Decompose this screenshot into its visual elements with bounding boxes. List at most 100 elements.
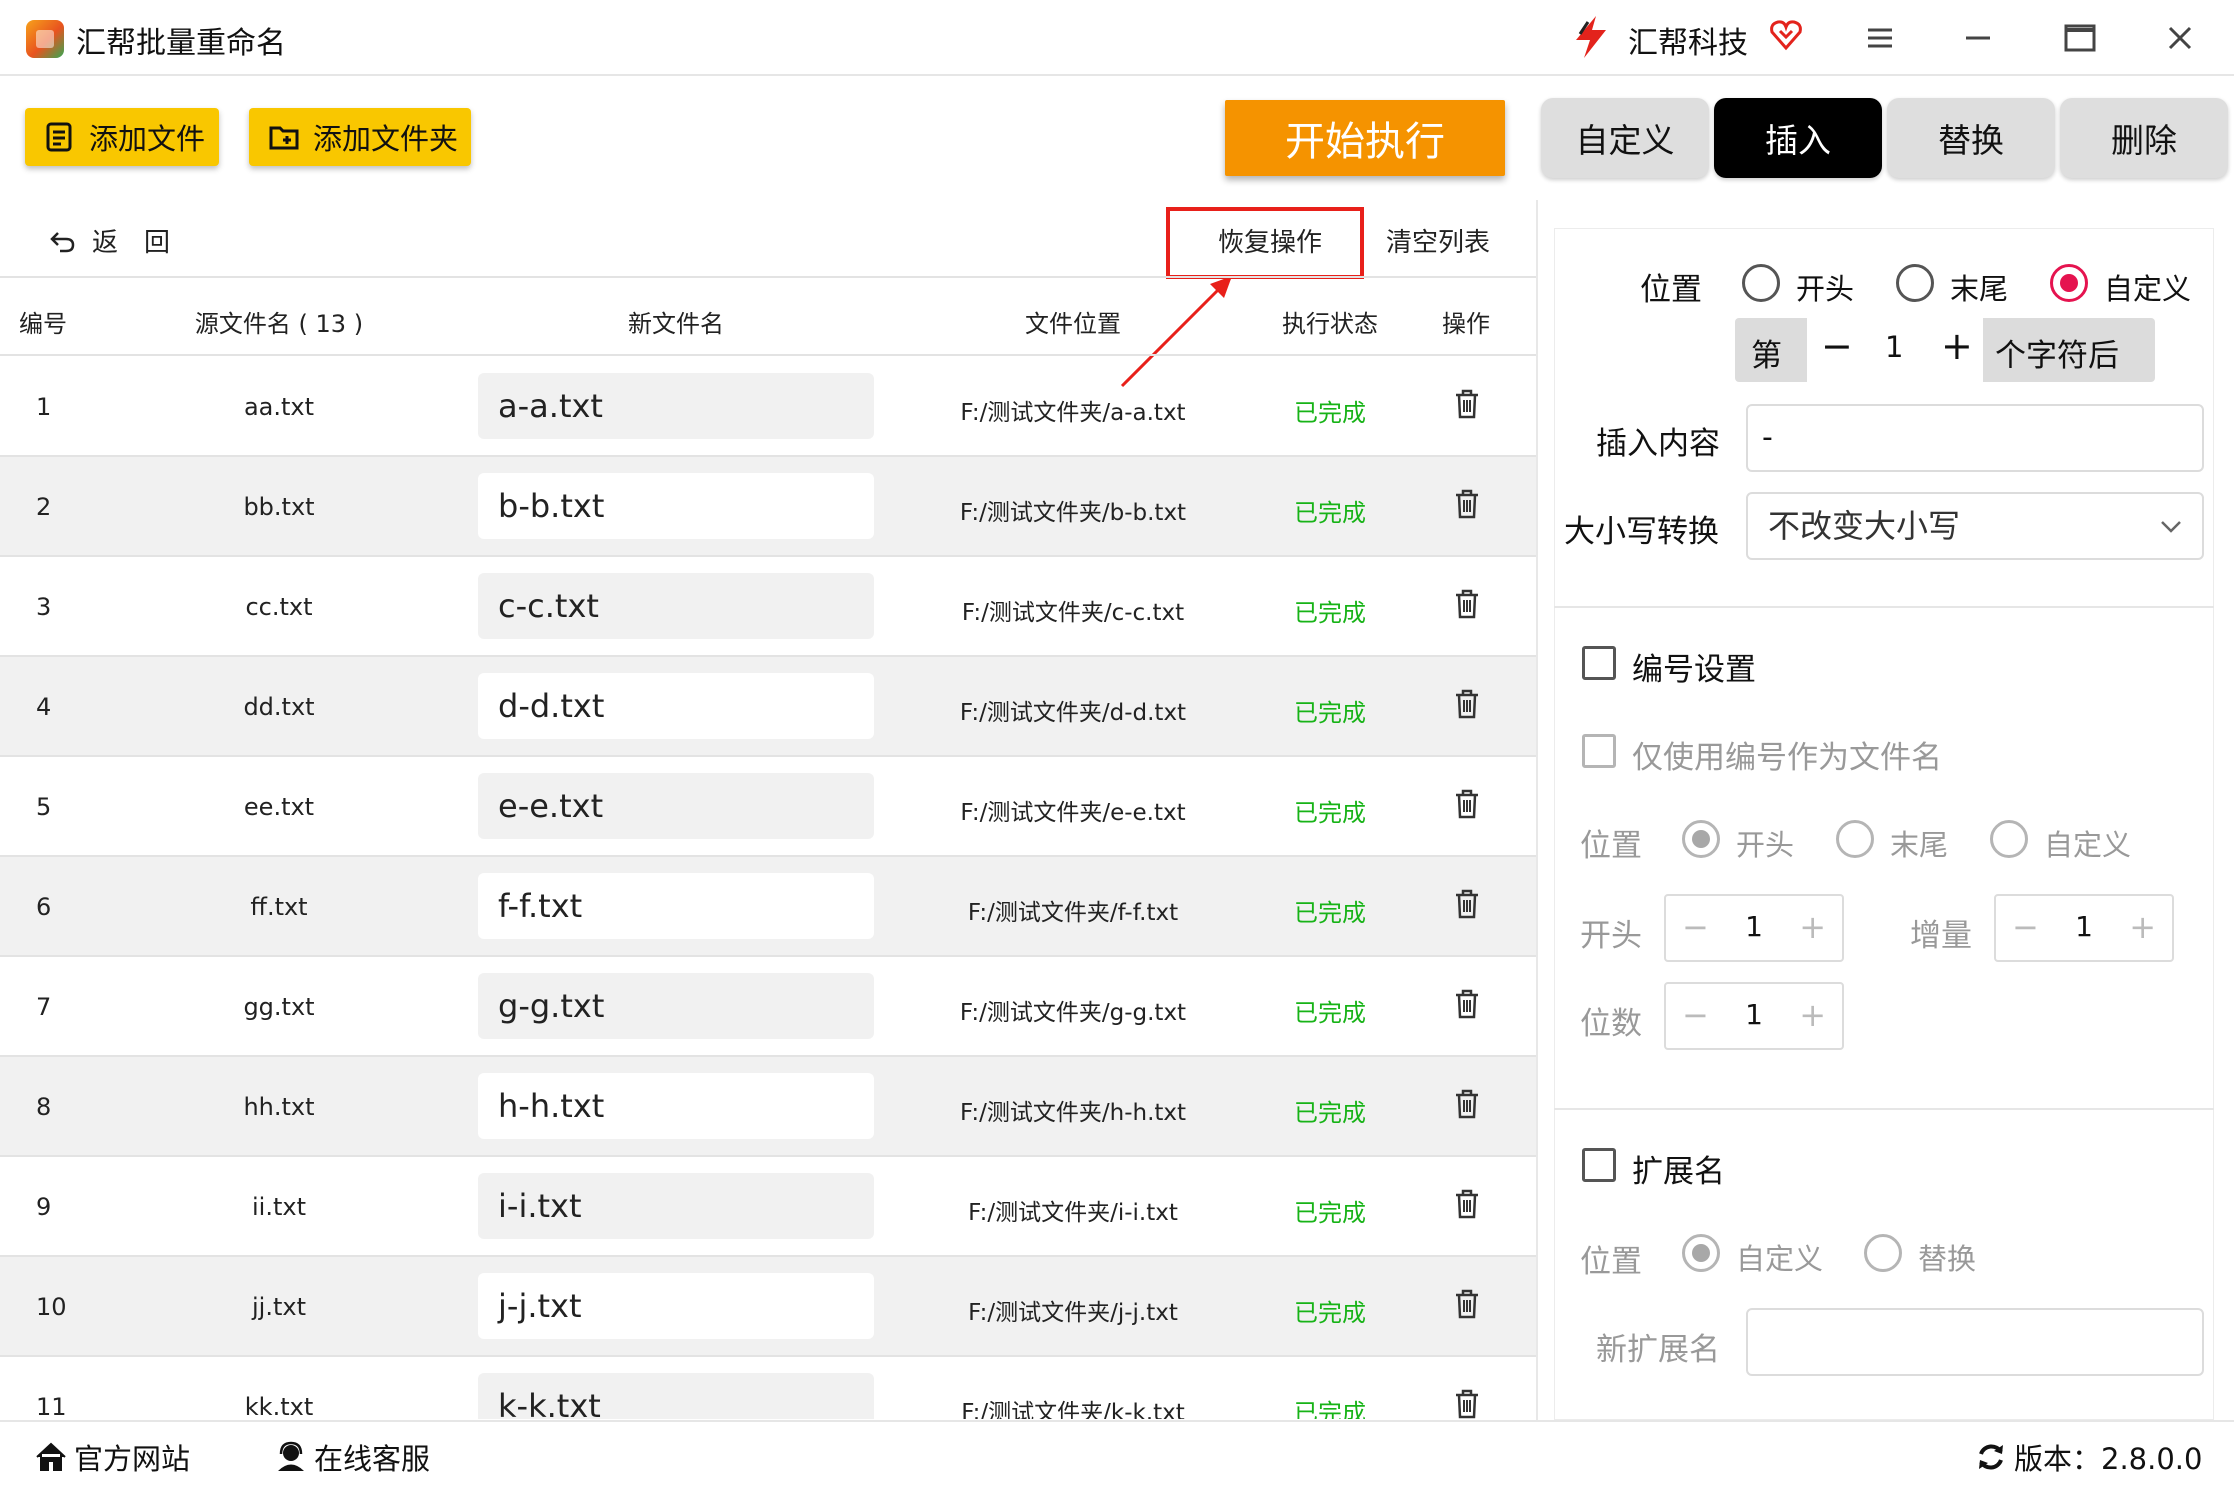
back-label: 返回 <box>92 228 197 258</box>
file-path: F:/测试文件夹/j-j.txt <box>968 1300 1178 1326</box>
add-file-button[interactable]: 添加文件 <box>25 108 219 166</box>
new-filename-field[interactable]: j-j.txt <box>478 1273 874 1339</box>
new-filename-field[interactable]: d-d.txt <box>478 673 874 739</box>
table-row[interactable]: 11 kk.txt k-k.txt F:/测试文件夹/k-k.txt 已完成 <box>0 1357 1536 1419</box>
char-position-stepper: 第 − 1 + 个字符后 <box>1735 318 2155 382</box>
numbering-increment-stepper[interactable]: −1 + <box>1994 894 2174 962</box>
add-folder-label: 添加文件夹 <box>313 122 459 156</box>
tab-insert[interactable]: 插入 <box>1714 98 1882 178</box>
trash-icon[interactable] <box>1452 487 1482 521</box>
minimize-icon[interactable] <box>1958 18 1998 58</box>
extension-checkbox[interactable] <box>1582 1148 1616 1182</box>
numbering-position-start-radio[interactable] <box>1682 820 1720 858</box>
trash-icon[interactable] <box>1452 987 1482 1021</box>
file-path: F:/测试文件夹/e-e.txt <box>960 800 1186 826</box>
table-row[interactable]: 6 ff.txt f-f.txt F:/测试文件夹/f-f.txt 已完成 <box>0 857 1536 957</box>
new-filename-field[interactable]: i-i.txt <box>478 1173 874 1239</box>
trash-icon[interactable] <box>1452 1287 1482 1321</box>
trash-icon[interactable] <box>1452 887 1482 921</box>
new-filename-field[interactable]: g-g.txt <box>478 973 874 1039</box>
status-badge: 已完成 <box>1294 1099 1366 1127</box>
case-select[interactable]: 不改变大小写 <box>1746 492 2204 560</box>
new-filename-field[interactable]: c-c.txt <box>478 573 874 639</box>
source-filename: dd.txt <box>243 693 315 721</box>
trash-icon[interactable] <box>1452 587 1482 621</box>
table-row[interactable]: 4 dd.txt d-d.txt F:/测试文件夹/d-d.txt 已完成 <box>0 657 1536 757</box>
vertical-divider <box>1536 200 1538 1420</box>
new-filename-field[interactable]: h-h.txt <box>478 1073 874 1139</box>
numbering-checkbox[interactable] <box>1582 646 1616 680</box>
table-row[interactable]: 10 jj.txt j-j.txt F:/测试文件夹/j-j.txt 已完成 <box>0 1257 1536 1357</box>
clear-list-button[interactable]: 清空列表 <box>1386 222 1490 259</box>
close-icon[interactable] <box>2160 18 2200 58</box>
insert-content-input[interactable]: - <box>1746 404 2204 472</box>
maximize-icon[interactable] <box>2060 18 2100 58</box>
numbering-position-end-radio[interactable] <box>1836 820 1874 858</box>
home-icon <box>36 1442 66 1471</box>
source-filename: ii.txt <box>252 1193 306 1221</box>
app-title: 汇帮批量重命名 <box>76 26 286 61</box>
char-decrement-button[interactable]: − <box>1821 324 1853 368</box>
support-link[interactable]: 在线客服 <box>274 1436 430 1478</box>
trash-icon[interactable] <box>1452 687 1482 721</box>
status-badge: 已完成 <box>1294 799 1366 827</box>
new-filename-field[interactable]: b-b.txt <box>478 473 874 539</box>
table-row[interactable]: 3 cc.txt c-c.txt F:/测试文件夹/c-c.txt 已完成 <box>0 557 1536 657</box>
header-src: 源文件名 ( 13 ) <box>194 310 364 338</box>
customer-service-icon <box>278 1441 304 1471</box>
only-number-checkbox[interactable] <box>1582 734 1616 768</box>
extension-position-custom-radio[interactable] <box>1682 1234 1720 1272</box>
table-row[interactable]: 9 ii.txt i-i.txt F:/测试文件夹/i-i.txt 已完成 <box>0 1157 1536 1257</box>
header-op: 操作 <box>1442 310 1490 338</box>
table-row[interactable]: 7 gg.txt g-g.txt F:/测试文件夹/g-g.txt 已完成 <box>0 957 1536 1057</box>
app-logo-icon <box>26 20 64 58</box>
menu-icon[interactable] <box>1860 18 1900 58</box>
source-filename: ff.txt <box>250 893 308 921</box>
extension-position-replace-radio[interactable] <box>1864 1234 1902 1272</box>
file-path: F:/测试文件夹/h-h.txt <box>959 1100 1187 1126</box>
table-row[interactable]: 2 bb.txt b-b.txt F:/测试文件夹/b-b.txt 已完成 <box>0 457 1536 557</box>
numbering-position-end-label: 末尾 <box>1890 828 1949 862</box>
insert-position-start-radio[interactable] <box>1742 264 1780 302</box>
trash-icon[interactable] <box>1452 1087 1482 1121</box>
numbering-digits-stepper[interactable]: −1 + <box>1664 982 1844 1050</box>
new-filename-field[interactable]: k-k.txt <box>478 1373 874 1419</box>
table-row[interactable]: 1 aa.txt a-a.txt F:/测试文件夹/a-a.txt 已完成 <box>0 357 1536 457</box>
tab-replace[interactable]: 替换 <box>1887 98 2055 178</box>
file-path: F:/测试文件夹/f-f.txt <box>967 900 1179 926</box>
char-increment-button[interactable]: + <box>1941 324 1973 368</box>
website-link[interactable]: 官方网站 <box>34 1436 190 1478</box>
back-button[interactable]: 返回 <box>46 222 196 259</box>
insert-position-end-radio[interactable] <box>1896 264 1934 302</box>
numbering-start-stepper[interactable]: −1 + <box>1664 894 1844 962</box>
trash-icon[interactable] <box>1452 1187 1482 1221</box>
new-filename-field[interactable]: f-f.txt <box>478 873 874 939</box>
extension-position-custom-label: 自定义 <box>1736 1242 1824 1276</box>
start-button[interactable]: 开始执行 <box>1225 100 1505 176</box>
char-position-value[interactable]: 1 <box>1885 330 1903 364</box>
trash-icon[interactable] <box>1452 787 1482 821</box>
insert-position-custom-radio[interactable] <box>2050 264 2088 302</box>
trash-icon[interactable] <box>1452 387 1482 421</box>
file-list-icon <box>46 122 72 152</box>
file-path: F:/测试文件夹/d-d.txt <box>959 700 1187 726</box>
add-folder-button[interactable]: 添加文件夹 <box>249 108 471 166</box>
restore-button[interactable]: 恢复操作 <box>1218 222 1322 259</box>
row-number: 1 <box>36 393 52 421</box>
heart-icon[interactable] <box>1768 16 1804 52</box>
numbering-position-custom-radio[interactable] <box>1990 820 2028 858</box>
table-row[interactable]: 5 ee.txt e-e.txt F:/测试文件夹/e-e.txt 已完成 <box>0 757 1536 857</box>
trash-icon[interactable] <box>1452 1387 1482 1419</box>
new-filename-field[interactable]: a-a.txt <box>478 373 874 439</box>
section-divider <box>1554 606 2214 608</box>
header-new: 新文件名 <box>628 310 724 338</box>
back-arrow-icon <box>50 231 75 252</box>
table-row[interactable]: 8 hh.txt h-h.txt F:/测试文件夹/h-h.txt 已完成 <box>0 1057 1536 1157</box>
tab-custom[interactable]: 自定义 <box>1541 98 1709 178</box>
new-extension-input[interactable] <box>1746 1308 2204 1376</box>
website-label: 官方网站 <box>74 1442 191 1476</box>
insert-content-label: 插入内容 <box>1596 426 1720 462</box>
new-filename-field[interactable]: e-e.txt <box>478 773 874 839</box>
title-bar: 汇帮批量重命名 汇帮科技 <box>0 0 2234 76</box>
tab-delete[interactable]: 删除 <box>2060 98 2228 178</box>
